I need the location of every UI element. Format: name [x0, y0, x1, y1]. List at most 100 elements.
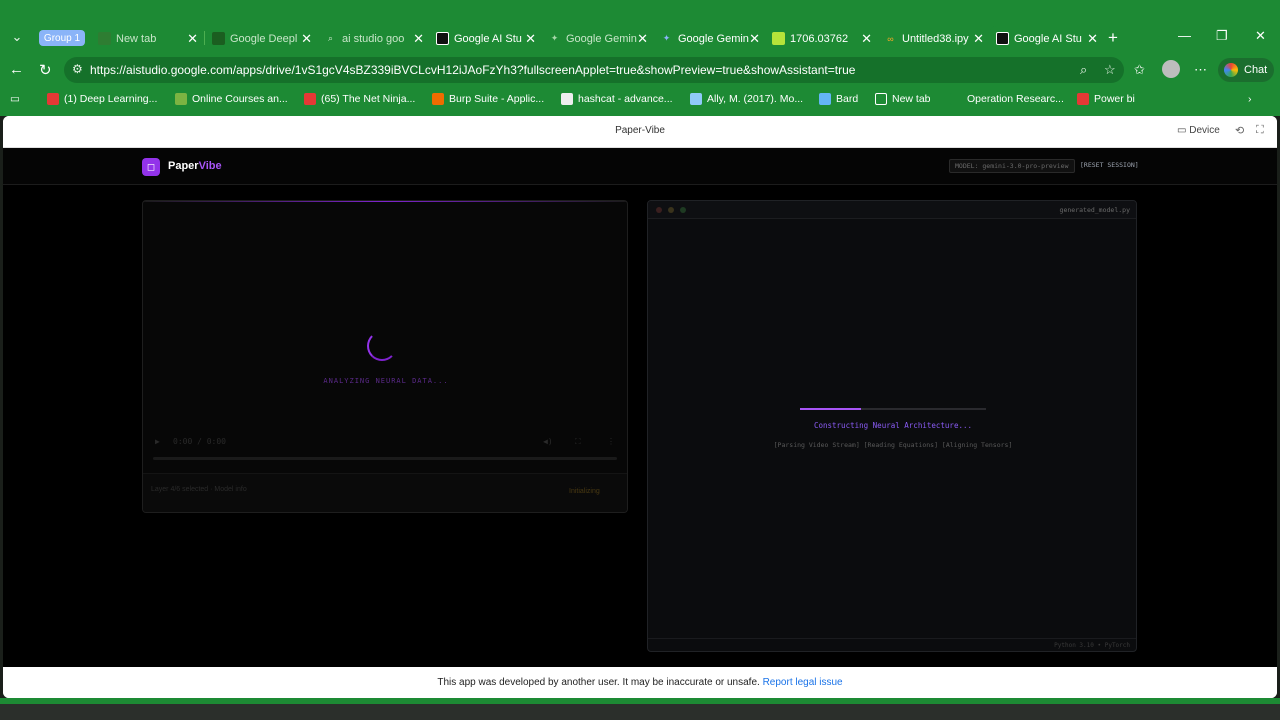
favorites-icon[interactable]: ✩: [1134, 62, 1145, 78]
frame-title: Paper-Vibe: [615, 125, 665, 136]
tab-google-gemini-2[interactable]: ✦ Google Gemin ✕: [654, 26, 764, 52]
newtab-icon: [98, 32, 111, 45]
device-button[interactable]: ▭ Device: [1177, 125, 1220, 136]
bookmark-item[interactable]: (1) Deep Learning...: [47, 93, 157, 105]
video-footer: Layer 4/6 selected · Model info Initiali…: [143, 473, 627, 512]
zoom-icon[interactable]: ⌕: [1080, 62, 1087, 78]
tab-search-icon[interactable]: ⌄: [6, 26, 28, 48]
logo-text: PaperVibe: [168, 160, 222, 172]
play-icon[interactable]: ▶: [155, 437, 160, 446]
ai-studio-icon: [996, 32, 1009, 45]
close-icon[interactable]: ✕: [637, 31, 648, 47]
new-tab-plus-icon[interactable]: +: [1108, 28, 1118, 48]
loading-spinner-icon: [367, 331, 397, 361]
logo-part-paper: Paper: [168, 160, 199, 172]
reset-session-button[interactable]: [RESET SESSION]: [1080, 161, 1139, 169]
code-panel: generated_model.py Constructing Neural A…: [647, 200, 1137, 652]
site-info-icon[interactable]: ⚙: [72, 62, 83, 76]
report-legal-issue-link[interactable]: Report legal issue: [763, 677, 843, 688]
construct-progress-bar: [800, 408, 986, 410]
close-icon[interactable]: ✕: [749, 31, 760, 47]
window-dot-green: [680, 207, 686, 213]
logo-part-vibe: Vibe: [198, 160, 222, 172]
search-icon: ⌕: [327, 33, 334, 43]
search-icon: [950, 93, 962, 105]
courses-icon: [175, 93, 187, 105]
taskbar-strip: [0, 704, 1280, 720]
construct-status: Constructing Neural Architecture...: [813, 421, 973, 430]
back-arrow-icon[interactable]: ←: [9, 61, 24, 78]
close-icon[interactable]: ✕: [187, 31, 198, 47]
python-version: Python 3.10 • PyTorch: [1054, 642, 1130, 649]
bookmark-item[interactable]: Operation Researc...: [950, 93, 1064, 105]
profile-avatar[interactable]: [1162, 60, 1180, 78]
bookmarks-bar: ▭ (1) Deep Learning... Online Courses an…: [0, 90, 1280, 112]
deepl-icon: [212, 32, 225, 45]
bookmark-item[interactable]: Online Courses an...: [175, 93, 288, 105]
bookmark-label: New tab: [892, 93, 931, 105]
close-icon[interactable]: ✕: [525, 31, 536, 47]
reload-icon[interactable]: ↻: [39, 61, 52, 79]
tab-colab-notebook[interactable]: ∞ Untitled38.ipy ✕: [878, 26, 988, 52]
close-icon[interactable]: ✕: [973, 31, 984, 47]
tab-title: Untitled38.ipy: [902, 33, 969, 45]
video-panel: ANALYZING NEURAL DATA... ▶ 0:00 / 0:00 ◀…: [142, 200, 628, 513]
fullscreen-icon[interactable]: ⛶: [1256, 124, 1264, 137]
address-bar[interactable]: ⚙ https://aistudio.google.com/apps/drive…: [64, 57, 1124, 83]
app-header: ◻ PaperVibe MODEL: gemini-3.0-pro-previe…: [3, 148, 1277, 185]
youtube-icon: [1077, 93, 1089, 105]
tab-google-deepl[interactable]: Google Deepl ✕: [206, 26, 316, 52]
video-menu-icon[interactable]: ⋮: [607, 437, 615, 446]
tab-google-ai-studio[interactable]: Google AI Stu ✕: [430, 26, 540, 52]
bookmark-item[interactable]: Bard: [819, 93, 858, 105]
tab-arxiv-paper[interactable]: 1706.03762 ✕: [766, 26, 876, 52]
tab-group-chip[interactable]: Group 1: [39, 30, 85, 46]
bookmark-item[interactable]: New tab: [875, 93, 931, 105]
paper-vibe-app: ◻ PaperVibe MODEL: gemini-3.0-pro-previe…: [3, 148, 1277, 667]
applet-frame: Paper-Vibe ▭ Device ⟲ ⛶ ◻ PaperVibe MODE…: [3, 116, 1277, 698]
code-filename: generated_model.py: [1059, 206, 1130, 214]
chat-button[interactable]: Chat: [1218, 58, 1274, 82]
maximize-icon[interactable]: ❐: [1216, 28, 1228, 44]
close-icon[interactable]: ✕: [1087, 31, 1098, 47]
bookmark-item[interactable]: Burp Suite - Applic...: [432, 93, 544, 105]
document-icon: [690, 93, 702, 105]
close-icon[interactable]: ✕: [301, 31, 312, 47]
frame-header: Paper-Vibe ▭ Device ⟲ ⛶: [3, 116, 1277, 148]
window-close-icon[interactable]: ✕: [1255, 28, 1266, 44]
bookmark-label: Ally, M. (2017). Mo...: [707, 93, 804, 105]
video-progress-bar[interactable]: [153, 457, 617, 460]
layer-info: Layer 4/6 selected · Model info: [151, 486, 247, 493]
rotate-icon[interactable]: ⟲: [1235, 124, 1244, 137]
tab-bar: ⌄ Group 1 New tab ✕ Google Deepl ✕ ⌕ ai …: [0, 22, 1280, 52]
colab-icon: ∞: [887, 33, 894, 44]
bard-icon: [819, 93, 831, 105]
bookmark-item[interactable]: Power bi: [1077, 93, 1135, 105]
close-icon[interactable]: ✕: [861, 31, 872, 47]
more-menu-icon[interactable]: ⋯: [1194, 62, 1207, 78]
tab-active-google-ai-studio[interactable]: Google AI Stu ✕: [990, 26, 1102, 52]
volume-icon[interactable]: ◀): [543, 437, 553, 446]
bookmark-item[interactable]: Ally, M. (2017). Mo...: [690, 93, 803, 105]
chevron-right-icon[interactable]: ›: [1248, 93, 1252, 105]
model-badge: MODEL: gemini-3.0-pro-preview: [949, 159, 1075, 173]
tab-title: 1706.03762: [790, 33, 849, 45]
close-icon[interactable]: ✕: [413, 31, 424, 47]
reading-list-icon[interactable]: ▭: [10, 93, 20, 105]
init-badge: Initializing: [569, 488, 600, 495]
fullscreen-video-icon[interactable]: ⛶: [575, 437, 581, 447]
tab-new-tab[interactable]: New tab ✕: [92, 26, 202, 52]
tab-ai-studio-google[interactable]: ⌕ ai studio goo ✕: [318, 26, 428, 52]
tab-title: Google AI Stu: [454, 33, 522, 45]
bookmark-label: (65) The Net Ninja...: [321, 93, 416, 105]
tab-google-gemini[interactable]: ✦ Google Gemin ✕: [542, 26, 652, 52]
bookmark-item[interactable]: hashcat - advance...: [561, 93, 673, 105]
logo-icon: ◻: [142, 158, 160, 176]
bookmark-item[interactable]: (65) The Net Ninja...: [304, 93, 415, 105]
chat-label: Chat: [1244, 64, 1268, 76]
code-panel-footer: Python 3.10 • PyTorch: [648, 638, 1136, 651]
construct-steps: [Parsing Video Stream] [Reading Equation…: [773, 441, 1013, 449]
minimize-icon[interactable]: —: [1178, 28, 1191, 43]
bookmark-star-icon[interactable]: ☆: [1104, 62, 1116, 78]
browser-chrome: ⌄ Group 1 New tab ✕ Google Deepl ✕ ⌕ ai …: [0, 0, 1280, 116]
